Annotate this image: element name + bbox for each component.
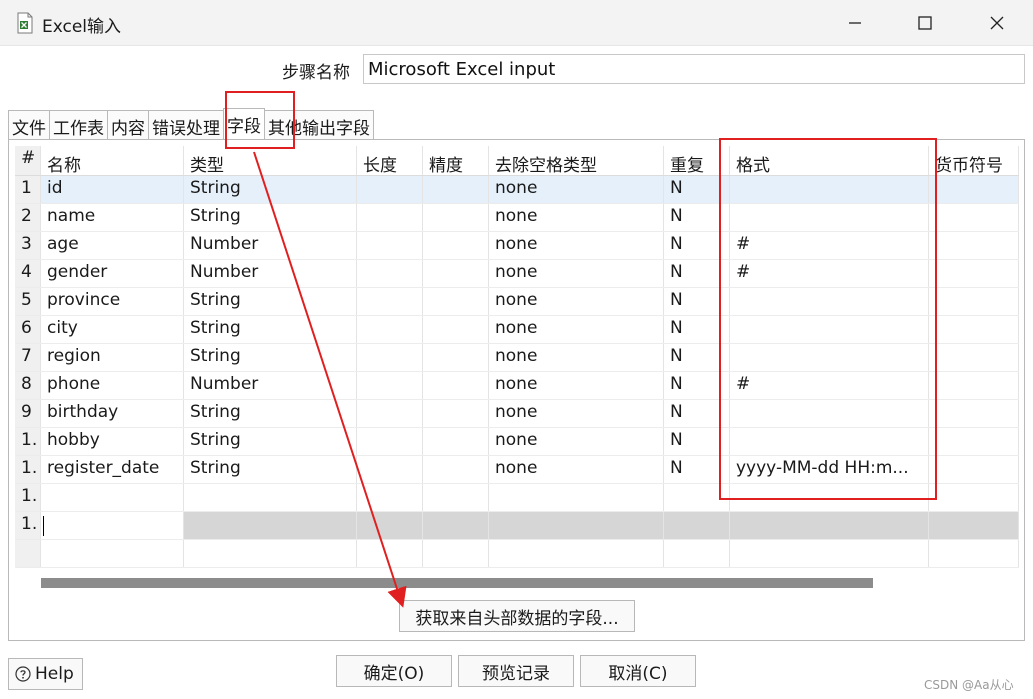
annotation-arrow bbox=[253, 151, 407, 608]
